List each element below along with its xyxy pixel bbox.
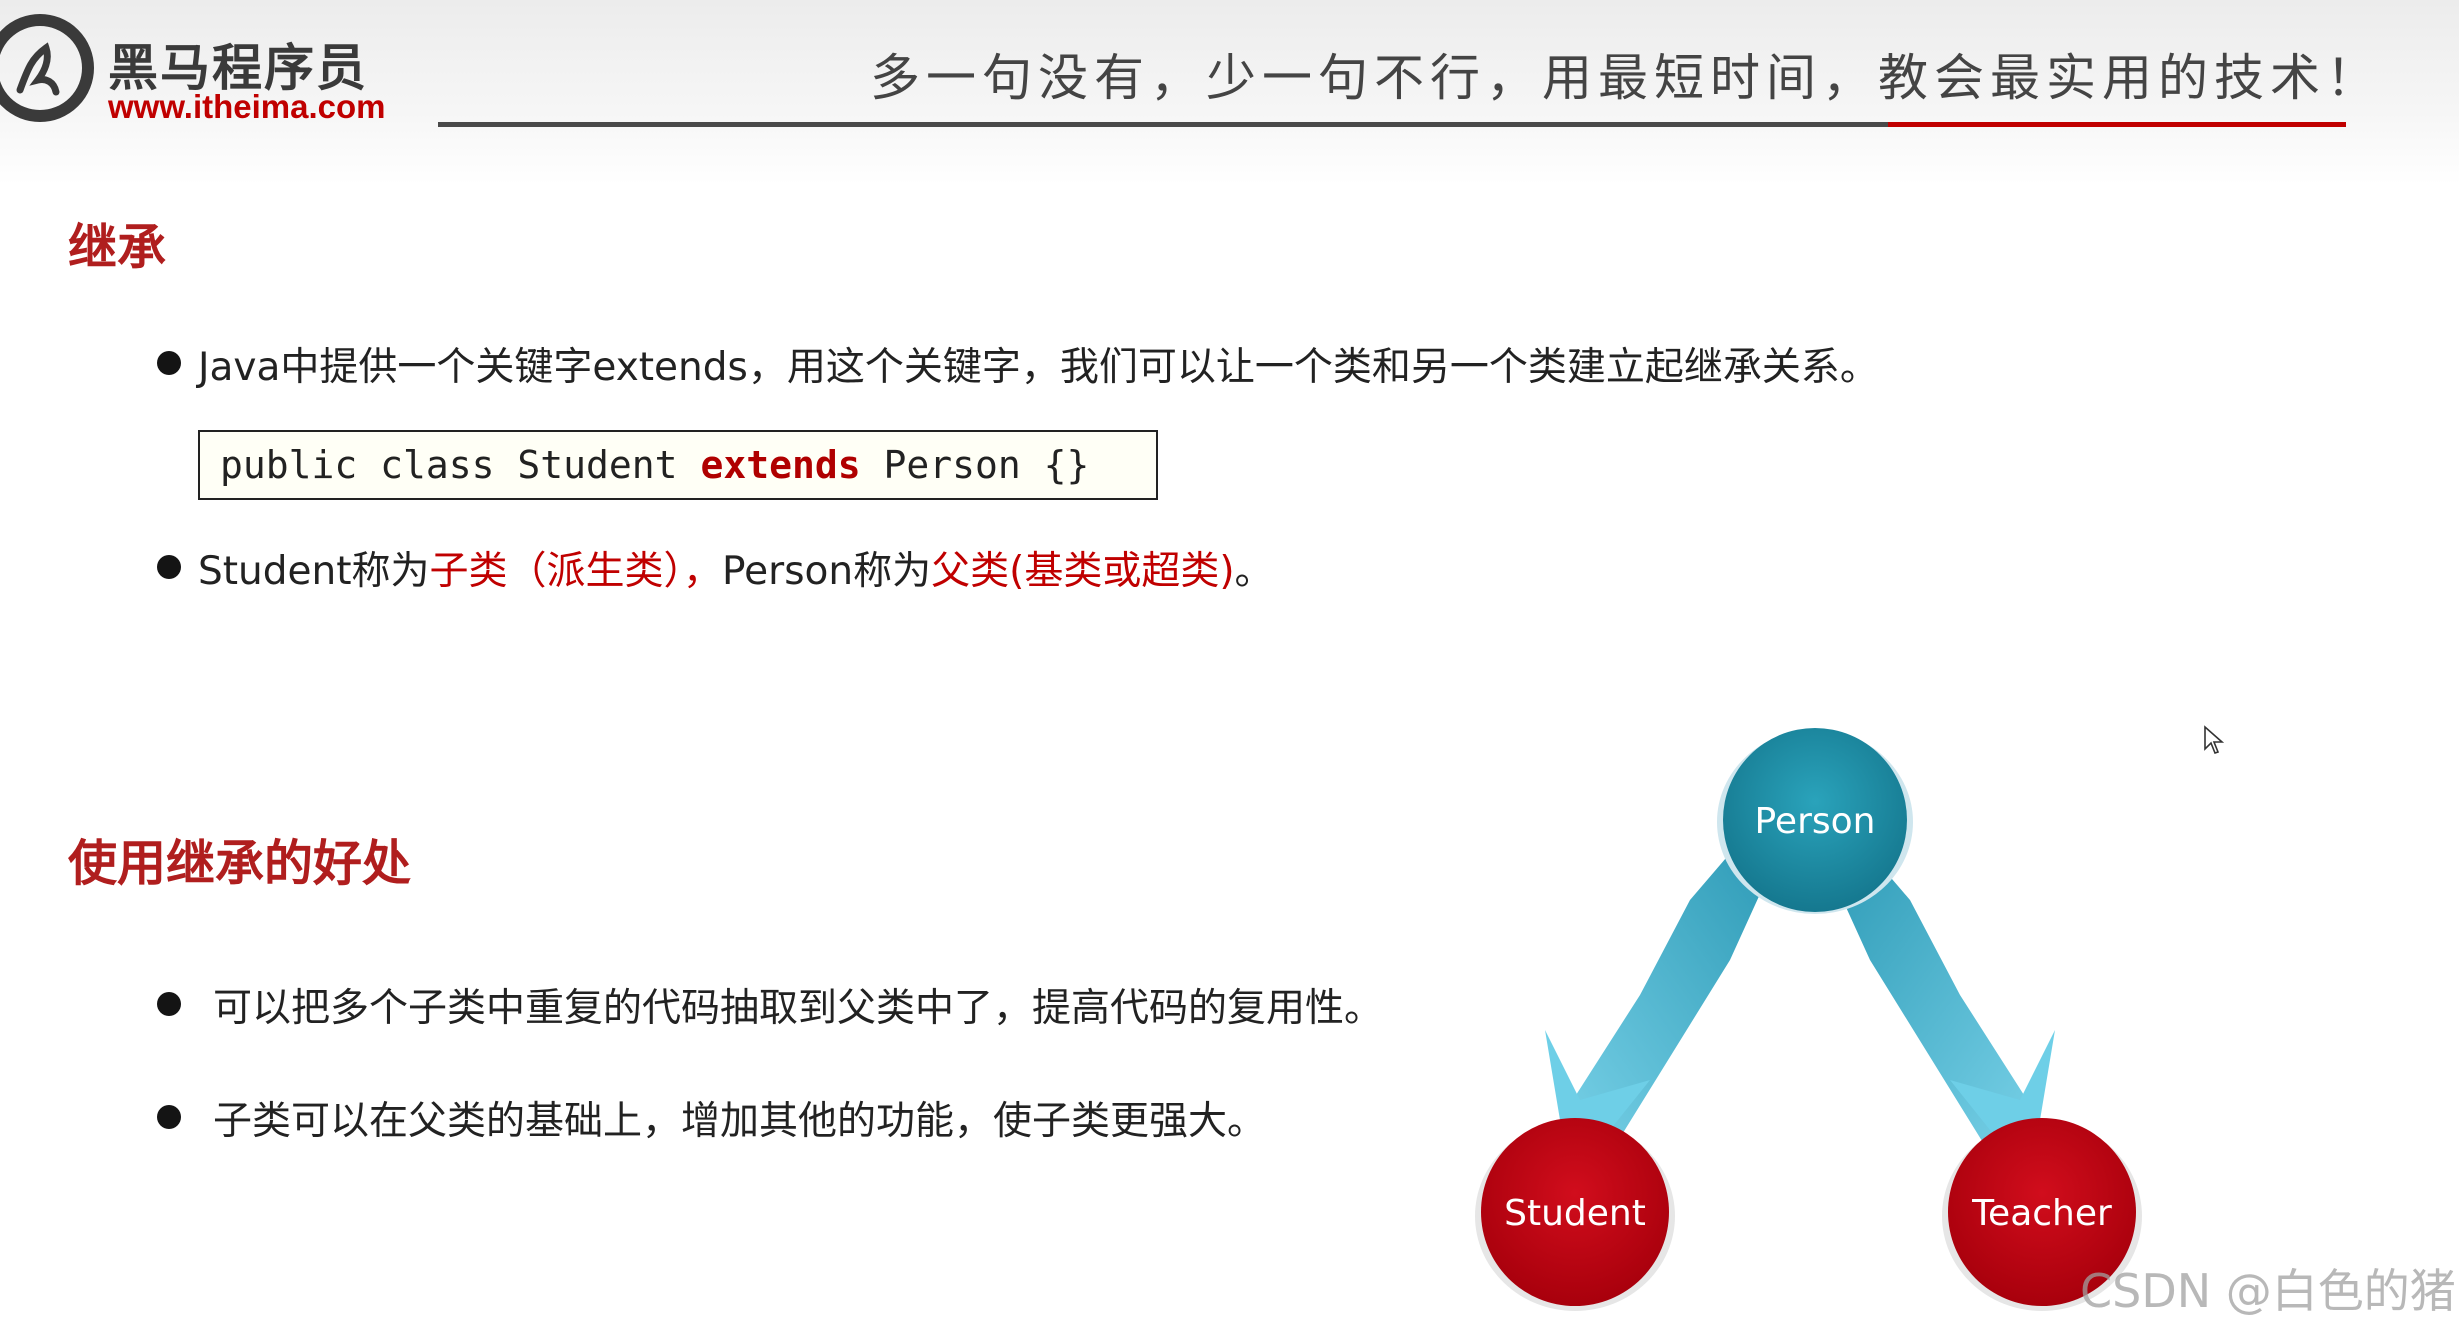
section-title-inheritance: 继承 bbox=[68, 219, 167, 276]
benefit-reuse: 可以把多个子类中重复的代码抽取到父类中了，提高代码的复用性。 bbox=[213, 986, 1384, 1031]
bullet-dot bbox=[157, 1105, 181, 1129]
person-node-label: Person bbox=[1755, 801, 1876, 842]
code-prefix: public class Student bbox=[220, 443, 701, 487]
header-divider-accent bbox=[1888, 122, 2346, 127]
watermark: CSDN @白色的猪 bbox=[2080, 1264, 2456, 1318]
teacher-node-label: Teacher bbox=[1971, 1193, 2112, 1234]
text-period: 。 bbox=[1234, 549, 1274, 594]
mouse-cursor-icon bbox=[2204, 725, 2225, 754]
subclass-superclass-line: Student称为子类（派生类），Person称为父类(基类或超类)。 bbox=[198, 540, 1274, 596]
student-node-label: Student bbox=[1504, 1193, 1646, 1234]
code-keyword-extends: extends bbox=[700, 443, 861, 487]
inheritance-diagram: Person Student Teacher bbox=[1475, 728, 2142, 1311]
horse-logo-icon bbox=[0, 14, 94, 122]
bullet-dot bbox=[157, 351, 181, 375]
header-divider bbox=[438, 122, 1888, 127]
section-title-benefits: 使用继承的好处 bbox=[68, 835, 412, 892]
text-person-called: Person称为 bbox=[722, 549, 932, 594]
text-student-called: Student称为 bbox=[198, 549, 430, 594]
text-superclass: 父类(基类或超类) bbox=[931, 549, 1235, 594]
benefit-extend: 子类可以在父类的基础上，增加其他的功能，使子类更强大。 bbox=[213, 1099, 1267, 1144]
bullet-dot bbox=[157, 555, 181, 579]
bullet-dot bbox=[157, 992, 181, 1016]
text-subclass: 子类（派生类）， bbox=[429, 549, 723, 594]
inheritance-description: Java中提供一个关键字extends，用这个关键字，我们可以让一个类和另一个类… bbox=[198, 345, 1879, 390]
header-slogan: 多一句没有，少一句不行，用最短时间，教会最实用的技术！ bbox=[870, 49, 2382, 107]
code-example: public class Student extends Person {} bbox=[198, 430, 1158, 500]
code-suffix: Person {} bbox=[860, 443, 1090, 487]
logo-website: www.itheima.com bbox=[108, 88, 386, 125]
